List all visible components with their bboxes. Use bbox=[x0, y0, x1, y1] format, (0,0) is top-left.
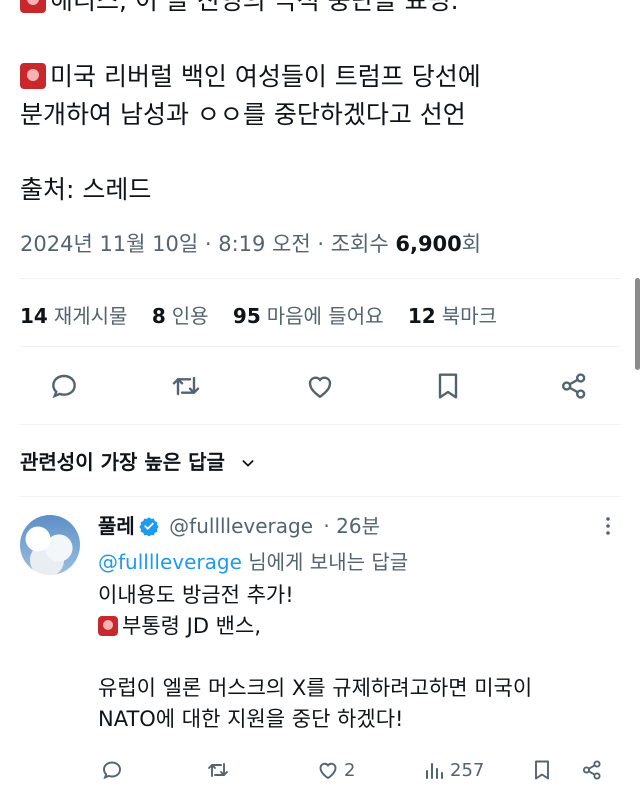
like-icon bbox=[319, 762, 337, 780]
tweet-action-bar bbox=[0, 364, 640, 408]
reply-action-bar: 2 257 bbox=[0, 758, 640, 788]
chevron-down-icon bbox=[242, 460, 254, 467]
stat-reposts[interactable]: 14 재게시물 bbox=[20, 304, 127, 328]
tweet-stats: 14 재게시물 8 인용 95 마음에 들어요 12 북마크 bbox=[20, 300, 515, 329]
tweet-meta: 2024년 11월 10일 · 8:19 오전 · 조회수 6,900회 bbox=[20, 228, 481, 258]
tweet-source: 출처: 스레드 bbox=[20, 175, 152, 204]
tweet-line: 미국 리버럴 백인 여성들이 트럼프 당선에 bbox=[20, 58, 620, 96]
reply-time[interactable]: · 26분 bbox=[323, 514, 380, 538]
stat-bookmarks[interactable]: 12 북마크 bbox=[408, 304, 497, 328]
views-icon bbox=[426, 763, 443, 779]
reply-line: 부통령 JD 밴스, bbox=[98, 611, 618, 642]
share-icon[interactable] bbox=[558, 370, 590, 402]
reply-text: 이내용도 방금전 추가! 부통령 JD 밴스, 유럽이 엘론 머스크의 X를 규… bbox=[98, 580, 618, 735]
divider bbox=[20, 278, 620, 279]
divider bbox=[20, 346, 620, 347]
reply-like-count: 2 bbox=[344, 759, 356, 781]
tweet-line: 분개하여 남성과 ㅇㅇ를 중단하겠다고 선언 bbox=[20, 100, 466, 129]
divider bbox=[20, 424, 620, 425]
more-options-icon[interactable] bbox=[604, 516, 612, 540]
tweet-timestamp[interactable]: 2024년 11월 10일 · 8:19 오전 · 조회수 bbox=[20, 232, 395, 256]
siren-emoji-icon bbox=[20, 63, 46, 89]
reply-view-count: 257 bbox=[450, 759, 485, 781]
reply-handle[interactable]: @fulllleverage bbox=[169, 514, 313, 538]
bookmark-icon bbox=[535, 760, 549, 780]
reply-line: NATO에 대한 지원을 중단 하겠다! bbox=[98, 707, 404, 731]
view-count-suffix: 회 bbox=[461, 232, 482, 256]
verified-badge-icon bbox=[139, 517, 159, 537]
reply-icon[interactable] bbox=[48, 370, 80, 402]
reply-line: 이내용도 방금전 추가! bbox=[98, 583, 294, 607]
view-count: 6,900 bbox=[395, 232, 462, 256]
share-icon bbox=[582, 760, 601, 780]
reply-retweet-button[interactable] bbox=[206, 758, 230, 782]
like-icon[interactable] bbox=[304, 370, 336, 402]
scrollbar-thumb[interactable] bbox=[635, 278, 640, 370]
reply-share-button[interactable] bbox=[580, 758, 604, 782]
replying-to-link[interactable]: @fulllleverage bbox=[98, 550, 242, 574]
reply-bookmark-button[interactable] bbox=[530, 758, 554, 782]
reply-display-name[interactable]: 풀레 bbox=[98, 514, 135, 538]
siren-emoji-icon bbox=[98, 616, 118, 636]
reply-line: 유럽이 엘론 머스크의 X를 규제하려고하면 미국이 bbox=[98, 676, 533, 700]
reply-like-button[interactable]: 2 bbox=[316, 758, 355, 782]
divider bbox=[20, 496, 620, 497]
reply-header: 풀레 @fulllleverage · 26분 bbox=[98, 510, 380, 539]
reply-views-button[interactable]: 257 bbox=[422, 758, 484, 782]
replying-to: @fulllleverage 님에게 보내는 답글 bbox=[98, 550, 409, 574]
reply-line bbox=[98, 642, 618, 673]
tweet-cut-line: 해리스, 이 들 진영의 극적 중단을 표명. bbox=[20, 0, 459, 16]
stat-likes[interactable]: 95 마음에 들어요 bbox=[233, 304, 384, 328]
retweet-icon bbox=[208, 763, 228, 777]
tweet-text: 미국 리버럴 백인 여성들이 트럼프 당선에 분개하여 남성과 ㅇㅇ를 중단하겠… bbox=[20, 58, 620, 134]
siren-emoji-icon bbox=[20, 0, 46, 13]
avatar[interactable] bbox=[20, 515, 80, 575]
retweet-icon[interactable] bbox=[170, 370, 202, 402]
bookmark-icon[interactable] bbox=[432, 370, 464, 402]
replies-sort-dropdown[interactable]: 관련성이 가장 높은 답글 bbox=[20, 446, 256, 475]
reply-reply-button[interactable] bbox=[100, 758, 124, 782]
reply-icon bbox=[103, 761, 121, 780]
stat-quotes[interactable]: 8 인용 bbox=[152, 304, 209, 328]
